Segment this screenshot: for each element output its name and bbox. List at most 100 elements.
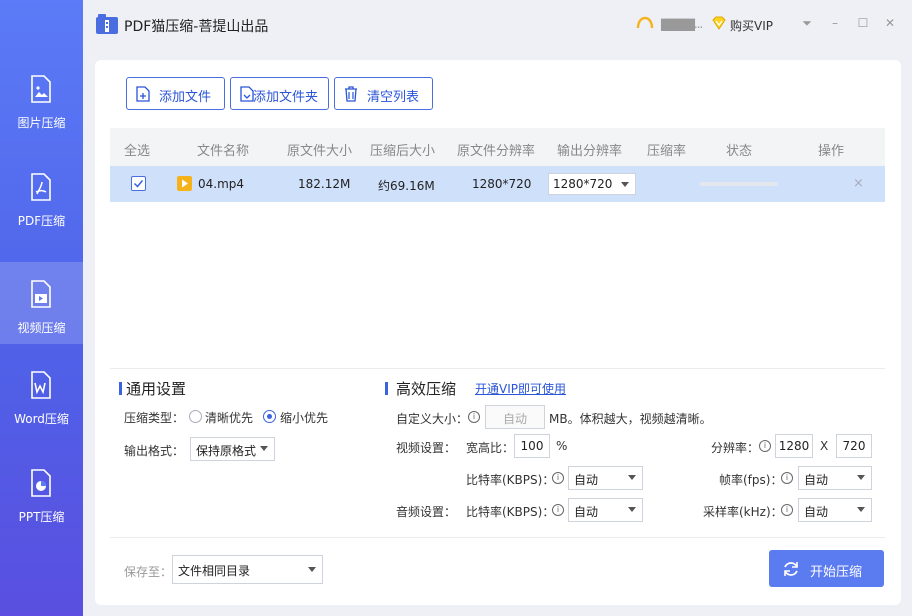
original-size: 182.12M [298, 177, 351, 191]
bitrate-value: 自动 [574, 473, 599, 487]
video-play-icon [177, 176, 192, 191]
compress-type-label: 压缩类型： [124, 411, 185, 425]
output-format-select[interactable]: 保持原格式 [190, 437, 275, 461]
original-resolution-header: 原文件分辨率 [457, 144, 536, 159]
trash-icon [345, 86, 357, 102]
sidebar-item-label: PDF压缩 [17, 214, 66, 228]
status-header: 状态 [726, 144, 753, 159]
chevron-down-icon [260, 446, 268, 451]
close-button[interactable]: ✕ [883, 16, 897, 30]
sidebar-item-label: Word压缩 [14, 412, 69, 426]
info-icon: i [552, 504, 564, 516]
section-marker [119, 382, 122, 395]
row-checkbox[interactable] [131, 176, 146, 191]
divider [110, 368, 885, 369]
fps-value: 自动 [804, 473, 829, 487]
user-name[interactable]: ▇▇▇▇... [661, 17, 703, 31]
sidebar-item-video-compress[interactable]: 视频压缩 [0, 262, 83, 344]
resolution-x: X [820, 439, 829, 453]
action-header: 操作 [818, 144, 845, 159]
clear-list-button[interactable]: 清空列表 [334, 77, 433, 110]
chevron-down-icon [628, 475, 636, 480]
sidebar-item-ppt-compress[interactable]: PPT压缩 [0, 451, 83, 533]
output-format-value: 保持原格式 [196, 444, 257, 458]
clear-list-label: 清空列表 [367, 90, 420, 105]
pdf-file-icon [31, 173, 51, 201]
table-row[interactable]: 04.mp4 182.12M 约69.16M 1280*720 1280*720… [110, 166, 885, 202]
aspect-ratio-label: 宽高比： [466, 441, 515, 455]
sidebar-item-pdf-compress[interactable]: PDF压缩 [0, 155, 83, 237]
audio-bitrate-select[interactable]: 自动 [568, 498, 643, 522]
output-format-label: 输出格式： [124, 444, 185, 458]
open-vip-link[interactable]: 开通VIP即可使用 [475, 380, 566, 397]
compressed-size: 约69.16M [378, 179, 435, 193]
minimize-button[interactable]: – [828, 16, 842, 30]
sidebar-item-label: 视频压缩 [17, 321, 66, 335]
save-location-value: 文件相同目录 [178, 564, 251, 578]
app-title: PDF猫压缩-菩提山出品 [124, 19, 269, 35]
sidebar-item-label: PPT压缩 [18, 510, 65, 524]
info-icon: i [781, 504, 793, 516]
title-bar: PDF猫压缩-菩提山出品 ▇▇▇▇... 购买VIP ⏷ – ☐ ✕ [83, 0, 912, 48]
sidebar-item-image-compress[interactable]: 图片压缩 [0, 57, 83, 139]
add-file-label: 添加文件 [159, 90, 212, 105]
sidebar-item-word-compress[interactable]: Word压缩 [0, 353, 83, 435]
general-settings-title: 通用设置 [126, 380, 187, 398]
compress-progress-bar [700, 182, 778, 186]
file-table-header: 全选 文件名称 原文件大小 压缩后大小 原文件分辨率 输出分辨率 压缩率 状态 … [110, 128, 885, 166]
radio-clarity-first-label[interactable]: 清晰优先 [205, 409, 253, 426]
resolution-height-input[interactable]: 720 [836, 434, 872, 458]
fps-label: 帧率(fps)： [719, 473, 783, 487]
file-name: 04.mp4 [198, 177, 245, 191]
resolution-width-input[interactable]: 1280 [775, 434, 813, 458]
custom-size-hint: MB。体积越大，视频越清晰。 [549, 412, 712, 426]
bitrate-label: 比特率(KBPS)： [466, 473, 555, 487]
output-resolution-value: 1280*720 [553, 177, 613, 191]
chevron-down-icon [308, 567, 316, 572]
vip-diamond-icon [712, 16, 726, 30]
video-file-icon [31, 280, 51, 308]
sidebar-item-label: 图片压缩 [17, 116, 66, 130]
radio-smaller-first-label[interactable]: 缩小优先 [280, 409, 328, 426]
start-compress-label: 开始压缩 [810, 565, 863, 580]
custom-size-input[interactable]: 自动 [485, 405, 545, 429]
delete-row-button[interactable]: × [853, 176, 864, 191]
maximize-button[interactable]: ☐ [856, 16, 870, 30]
resolution-label: 分辨率： [711, 441, 760, 455]
save-to-label: 保存至： [124, 565, 173, 579]
menu-button[interactable]: ⏷ [800, 16, 814, 30]
sample-rate-select[interactable]: 自动 [798, 498, 872, 522]
original-size-header: 原文件大小 [287, 144, 353, 159]
add-folder-icon [240, 86, 254, 102]
add-folder-button[interactable]: 添加文件夹 [230, 77, 329, 110]
chevron-down-icon [621, 182, 629, 187]
info-icon: i [468, 411, 480, 423]
audio-bitrate-label: 比特率(KBPS)： [466, 505, 555, 519]
user-crown-icon [636, 16, 654, 29]
divider [110, 537, 885, 538]
info-icon: i [759, 440, 771, 452]
aspect-ratio-input[interactable]: 100 [514, 434, 550, 458]
original-resolution: 1280*720 [472, 177, 532, 191]
video-settings-label: 视频设置： [396, 441, 457, 455]
add-file-button[interactable]: 添加文件 [126, 77, 225, 110]
radio-clarity-first[interactable] [189, 410, 202, 423]
save-location-select[interactable]: 文件相同目录 [172, 555, 323, 584]
chevron-down-icon [857, 475, 865, 480]
audio-bitrate-value: 自动 [574, 505, 599, 519]
fps-select[interactable]: 自动 [798, 466, 872, 490]
sidebar: 图片压缩 PDF压缩 视频压缩 Word压缩 PPT压缩 [0, 0, 83, 616]
sample-rate-value: 自动 [804, 505, 829, 519]
check-icon [133, 180, 144, 188]
chevron-down-icon [857, 507, 865, 512]
output-resolution-header: 输出分辨率 [557, 144, 623, 159]
start-compress-button[interactable]: 开始压缩 [769, 550, 884, 587]
custom-size-label: 自定义大小： [396, 412, 469, 426]
main-panel: 添加文件 添加文件夹 清空列表 全选 文件名称 原文件大小 压缩后大小 原文件分… [95, 60, 901, 605]
select-all-header[interactable]: 全选 [124, 140, 150, 159]
output-resolution-select[interactable]: 1280*720 [548, 173, 636, 195]
ppt-file-icon [31, 469, 51, 497]
radio-smaller-first[interactable] [263, 410, 276, 423]
buy-vip-link[interactable]: 购买VIP [730, 17, 773, 34]
bitrate-select[interactable]: 自动 [568, 466, 643, 490]
